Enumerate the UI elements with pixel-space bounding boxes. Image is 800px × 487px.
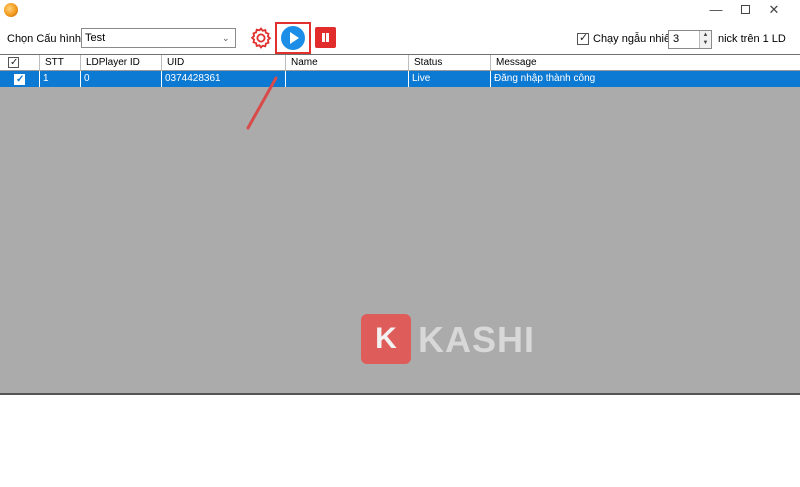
spinner-arrows-icon[interactable]: ▲ ▼: [699, 31, 711, 48]
app-icon: [4, 3, 18, 17]
cell-stt: 1: [40, 71, 81, 87]
settings-gear-icon[interactable]: [249, 26, 273, 50]
close-button[interactable]: ✕: [764, 2, 784, 18]
column-header-name[interactable]: Name: [286, 55, 409, 71]
random-checkbox[interactable]: [577, 31, 589, 45]
pause-icon-bar: [326, 33, 329, 42]
minimize-button[interactable]: —: [706, 2, 726, 18]
title-bar: — ✕: [0, 0, 800, 22]
select-all-checkbox[interactable]: [8, 55, 19, 70]
config-select-value: Test: [85, 32, 106, 44]
cell-ldplayer-id: 0: [81, 71, 162, 87]
config-select[interactable]: Test ⌄: [81, 28, 236, 48]
nick-count-value: 3: [673, 33, 680, 45]
maximize-icon: [740, 5, 750, 14]
nick-suffix-label: nick trên 1 LD: [718, 33, 786, 45]
annotation-arrow: [246, 76, 278, 130]
column-header-status[interactable]: Status: [409, 55, 491, 71]
column-header-uid[interactable]: UID: [162, 55, 286, 71]
grid-header: STT LDPlayer ID UID Name Status Message: [0, 55, 800, 71]
play-button[interactable]: [281, 26, 305, 50]
random-label: Chạy ngẫu nhiên: [593, 33, 677, 45]
log-panel: [0, 395, 800, 487]
column-header-message[interactable]: Message: [491, 55, 800, 71]
watermark-text: KASHI: [418, 319, 536, 360]
cell-status: Live: [409, 71, 491, 87]
nick-count-stepper[interactable]: 3 ▲ ▼: [668, 30, 712, 49]
header-select-all[interactable]: [0, 55, 40, 71]
row-select-cell[interactable]: [0, 71, 40, 88]
cell-name: [286, 71, 409, 87]
pause-icon-bar: [322, 33, 325, 42]
column-header-ldplayer-id[interactable]: LDPlayer ID: [81, 55, 162, 71]
column-header-stt[interactable]: STT: [40, 55, 81, 71]
account-grid[interactable]: STT LDPlayer ID UID Name Status Message …: [0, 54, 800, 395]
config-label: Chọn Cấu hình: [7, 33, 81, 45]
pause-button[interactable]: [315, 27, 336, 48]
toolbar: Chọn Cấu hình Test ⌄ Chạy ngẫu nhiên 3 ▲…: [0, 22, 800, 54]
table-row[interactable]: 1 0 0374428361 Live Đăng nhập thành công: [0, 71, 800, 88]
watermark-logo: K: [361, 314, 411, 364]
row-checkbox[interactable]: [14, 72, 25, 88]
maximize-button[interactable]: [735, 2, 755, 18]
chevron-down-icon: ⌄: [222, 33, 230, 43]
cell-message: Đăng nhập thành công: [494, 73, 596, 84]
